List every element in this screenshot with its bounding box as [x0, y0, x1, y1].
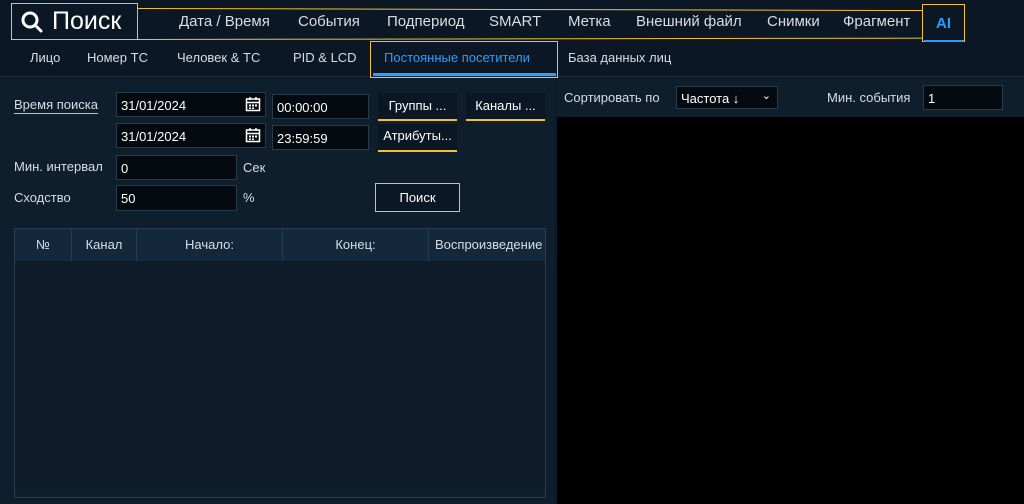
subtab-face[interactable]: Лицо	[30, 50, 60, 65]
column-header-playback: Воспроизведение	[435, 237, 543, 252]
column-header-number: №	[15, 229, 72, 261]
min-events-label: Мин. события	[827, 90, 911, 105]
tab-smart[interactable]: SMART	[489, 13, 541, 30]
sort-dropdown-value: Частота ↓	[681, 91, 740, 106]
chevron-down-icon: ⌄	[761, 90, 771, 102]
subtab-pid-lcd[interactable]: PID & LCD	[293, 50, 357, 65]
similarity-value: 50	[121, 191, 136, 206]
channels-button-label: Каналы ...	[475, 98, 536, 113]
subtab-face-database[interactable]: База данных лиц	[568, 50, 671, 65]
min-interval-value: 0	[121, 161, 129, 176]
start-time-value: 00:00:00	[277, 100, 328, 115]
results-area	[557, 117, 1024, 504]
table-header: № Канал Начало: Конец: Воспроизведение	[15, 229, 545, 261]
start-time-field[interactable]: 00:00:00	[272, 94, 369, 119]
page-title: Поиск	[11, 3, 138, 40]
subtab-human-vehicle[interactable]: Человек & ТС	[177, 50, 260, 65]
subtab-license-plate[interactable]: Номер ТС	[87, 50, 148, 65]
end-date-field[interactable]: 31/01/2024	[116, 123, 266, 148]
min-events-value: 1	[928, 91, 936, 106]
end-time-value: 23:59:59	[277, 131, 328, 146]
similarity-label: Сходство	[14, 190, 71, 205]
min-interval-label: Мин. интервал	[14, 159, 103, 174]
similarity-field[interactable]: 50	[116, 185, 237, 211]
tab-ai-label: AI	[936, 15, 951, 32]
sort-dropdown[interactable]: Частота ↓ ⌄	[676, 86, 778, 109]
tab-subperiod[interactable]: Подпериод	[387, 13, 465, 30]
start-date-value: 31/01/2024	[121, 98, 187, 113]
calendar-icon[interactable]	[245, 96, 261, 112]
calendar-icon[interactable]	[245, 127, 261, 143]
page-title-text: Поиск	[52, 7, 122, 35]
groups-button-label: Группы ...	[388, 98, 447, 113]
tab-ai[interactable]: AI	[922, 4, 965, 42]
channels-button[interactable]: Каналы ...	[466, 93, 545, 121]
sort-label: Сортировать по	[564, 90, 660, 105]
tab-external-file[interactable]: Внешний файл	[636, 13, 742, 30]
similarity-unit: %	[243, 190, 255, 205]
search-button[interactable]: Поиск	[375, 183, 460, 212]
tab-fragment[interactable]: Фрагмент	[843, 13, 910, 30]
attributes-button[interactable]: Атрибуты...	[378, 124, 457, 152]
column-header-start: Начало:	[137, 229, 283, 261]
attributes-button-label: Атрибуты...	[383, 128, 452, 143]
end-time-field[interactable]: 23:59:59	[272, 125, 369, 150]
min-interval-field[interactable]: 0	[116, 155, 237, 180]
subtab-frequent-visitors-label: Постоянные посетители	[384, 50, 530, 65]
tab-tag[interactable]: Метка	[568, 13, 611, 30]
column-header-channel: Канал	[72, 229, 137, 261]
min-events-field[interactable]: 1	[923, 85, 1003, 110]
min-interval-unit: Сек	[243, 160, 266, 175]
subtab-active-underline	[373, 73, 556, 76]
search-time-label: Время поиска	[14, 97, 98, 114]
tab-date-time[interactable]: Дата / Время	[179, 13, 270, 30]
tab-snapshots[interactable]: Снимки	[767, 13, 820, 30]
groups-button[interactable]: Группы ...	[378, 93, 457, 121]
horizontal-scrollbar[interactable]	[15, 489, 545, 497]
results-table: № Канал Начало: Конец: Воспроизведение	[14, 228, 546, 498]
start-date-field[interactable]: 31/01/2024	[116, 92, 266, 117]
search-button-label: Поиск	[399, 190, 436, 205]
end-date-value: 31/01/2024	[121, 129, 187, 144]
column-header-end: Конец:	[283, 229, 429, 261]
search-icon	[21, 11, 43, 32]
tab-events[interactable]: События	[298, 13, 360, 30]
